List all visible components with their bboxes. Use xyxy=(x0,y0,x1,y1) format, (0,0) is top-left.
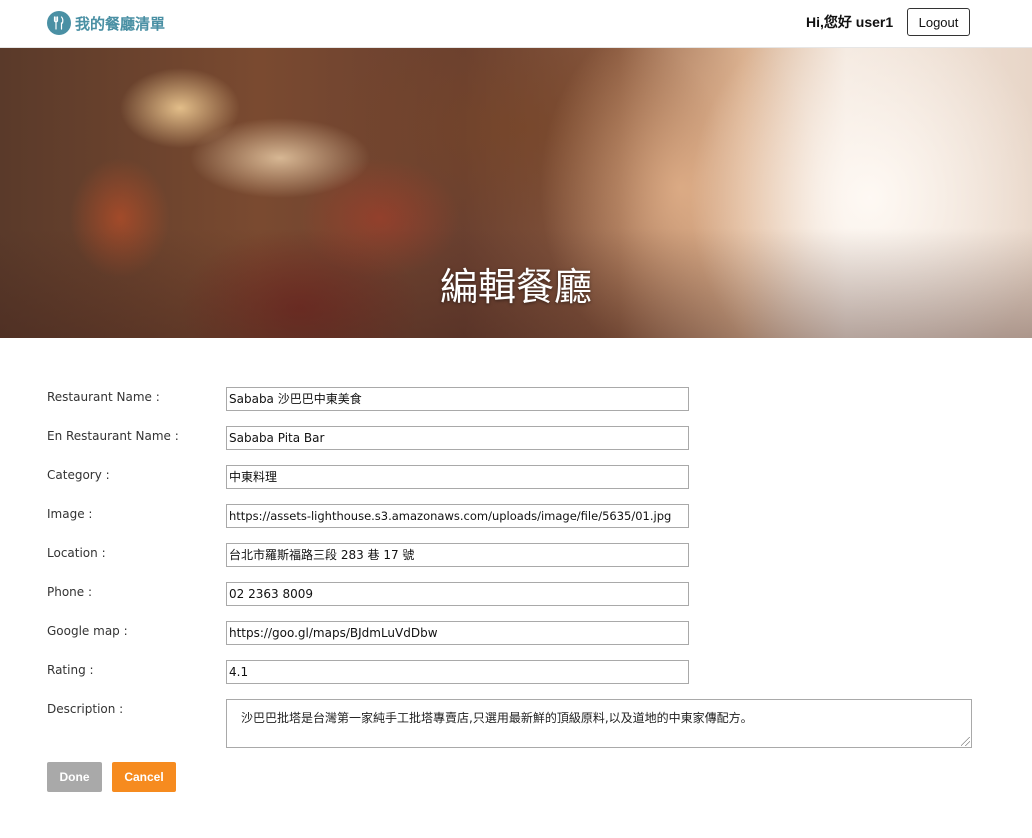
hero-banner: 編輯餐廳 xyxy=(0,48,1032,338)
description-label: Description : xyxy=(47,702,124,716)
image-label: Image : xyxy=(47,507,93,521)
location-input[interactable]: 台北市羅斯福路三段 283 巷 17 號 xyxy=(226,543,689,567)
location-label: Location : xyxy=(47,546,106,560)
brand-title: 我的餐廳清單 xyxy=(75,14,166,33)
navbar: 我的餐廳清單 Hi,您好 user1 Logout xyxy=(0,0,1032,48)
phone-input[interactable]: 02 2363 8009 xyxy=(226,582,689,606)
logout-button[interactable]: Logout xyxy=(907,8,970,36)
rating-label: Rating : xyxy=(47,663,94,677)
done-button[interactable]: Done xyxy=(47,762,102,792)
phone-label: Phone : xyxy=(47,585,93,599)
google-map-input[interactable]: https://goo.gl/maps/BJdmLuVdDbw xyxy=(226,621,689,645)
image-url-input[interactable]: https://assets-lighthouse.s3.amazonaws.c… xyxy=(226,504,689,528)
resize-handle-icon[interactable] xyxy=(961,737,970,746)
rating-input[interactable]: 4.1 xyxy=(226,660,689,684)
description-textarea[interactable]: 沙巴巴批塔是台灣第一家純手工批塔專賣店,只選用最新鮮的頂級原料,以及道地的中東家… xyxy=(226,699,972,748)
restaurant-name-input[interactable]: Sababa 沙巴巴中東美食 xyxy=(226,387,689,411)
brand-link[interactable]: 我的餐廳清單 xyxy=(47,11,165,35)
category-input[interactable]: 中東料理 xyxy=(226,465,689,489)
en-restaurant-name-input[interactable]: Sababa Pita Bar xyxy=(226,426,689,450)
google-map-label: Google map : xyxy=(47,624,128,638)
restaurant-name-label: Restaurant Name : xyxy=(47,390,160,404)
category-label: Category : xyxy=(47,468,110,482)
user-greeting: Hi,您好 user1 xyxy=(806,14,894,30)
utensils-icon xyxy=(47,11,71,35)
page-title: 編輯餐廳 xyxy=(439,265,592,309)
description-text: 沙巴巴批塔是台灣第一家純手工批塔專賣店,只選用最新鮮的頂級原料,以及道地的中東家… xyxy=(241,711,753,725)
cancel-button[interactable]: Cancel xyxy=(112,762,176,792)
en-restaurant-name-label: En Restaurant Name : xyxy=(47,429,179,443)
